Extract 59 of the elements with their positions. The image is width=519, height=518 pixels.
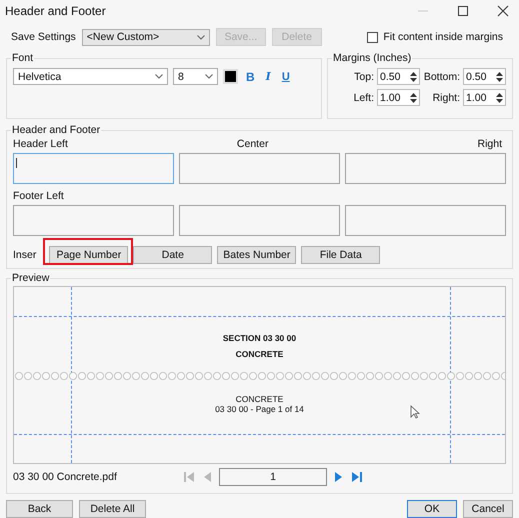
caret-icon [205, 74, 213, 79]
file-name: 03 30 00 Concrete.pdf [13, 471, 118, 483]
insert-label: Inser [13, 249, 36, 261]
footer-text: 03 30 00 - Page 1 of 14 [215, 404, 304, 414]
checkbox-label: Fit content inside margins [383, 31, 503, 43]
group-title: Font [11, 52, 34, 64]
footer-text: CONCRETE [236, 394, 284, 404]
spin-field[interactable]: 1.00 [377, 89, 420, 106]
dialog-button[interactable]: Delete All [79, 500, 146, 518]
window-title: Header and Footer [5, 4, 106, 18]
font-style-button[interactable]: B [243, 70, 258, 84]
group-title: Preview [11, 272, 50, 284]
font-dropdown[interactable]: Helvetica [13, 68, 168, 85]
insert-button[interactable]: Page Number [49, 246, 128, 264]
text-field[interactable] [179, 153, 340, 184]
text-field[interactable] [179, 205, 340, 236]
text-field[interactable] [345, 153, 506, 184]
spin-arrows-icon[interactable] [495, 90, 504, 104]
spin-arrows-icon[interactable] [409, 70, 418, 84]
dialog-button[interactable]: Cancel [463, 500, 513, 518]
caret-icon [196, 34, 205, 40]
spin-field[interactable]: 0.50 [463, 68, 506, 85]
page-number-field[interactable]: 1 [219, 468, 327, 486]
text-field[interactable] [345, 205, 506, 236]
dialog-button[interactable]: Back [6, 500, 73, 518]
spin-field[interactable]: 0.50 [377, 68, 420, 85]
footer-label: Footer Left [13, 190, 65, 202]
spin-arrows-icon[interactable] [495, 70, 504, 84]
margin-label: Left: [354, 92, 374, 104]
group-title: Margins (Inches) [332, 52, 412, 64]
maximize-icon[interactable] [457, 5, 469, 17]
text-field[interactable] [13, 153, 174, 184]
dialog-button[interactable]: OK [407, 500, 457, 518]
font-style-button[interactable]: I [262, 70, 274, 83]
column-label: Header Left [13, 138, 68, 150]
close-icon[interactable] [497, 5, 509, 17]
margin-label: Top: [354, 70, 374, 82]
insert-button[interactable]: File Data [301, 246, 380, 264]
group-title: Header and Footer [11, 124, 102, 136]
size-dropdown[interactable]: 8 [173, 68, 218, 85]
spin-arrows-icon[interactable] [409, 90, 418, 104]
column-label: Right [477, 138, 502, 150]
margin-label: Bottom: [424, 70, 460, 82]
page-heading: SECTION 03 30 00 [222, 333, 296, 343]
checkbox[interactable] [367, 32, 378, 42]
pointer-icon [410, 405, 420, 419]
page-heading: CONCRETE [236, 349, 284, 359]
font-style-button[interactable]: U [278, 70, 293, 82]
save-settings-label: Save Settings [11, 31, 76, 43]
caret-icon [155, 74, 163, 79]
last-page-icon[interactable] [351, 471, 363, 483]
margin-label: Right: [432, 92, 460, 104]
insert-button[interactable]: Bates Number [217, 246, 296, 264]
spin-field[interactable]: 1.00 [463, 89, 506, 106]
insert-button[interactable]: Date [133, 246, 212, 264]
column-label: Center [236, 138, 268, 150]
color-swatch[interactable] [223, 69, 238, 84]
settings-dropdown[interactable]: <New Custom> [82, 28, 210, 46]
text-field[interactable] [13, 205, 174, 236]
